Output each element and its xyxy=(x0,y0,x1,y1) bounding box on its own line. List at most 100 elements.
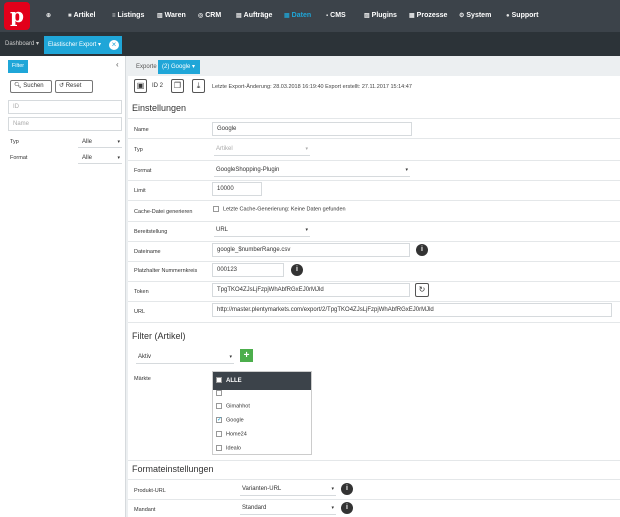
nav-label: Daten xyxy=(291,12,312,19)
nav-artikel[interactable]: ■ Artikel xyxy=(68,0,95,32)
settings-row-limit xyxy=(128,180,620,200)
nav-label: Listings xyxy=(117,12,145,19)
cache-checkbox[interactable]: Letzte Cache-Generierung: Keine Daten ge… xyxy=(213,206,346,212)
tab-label: Elastischer Export ▾ xyxy=(48,42,102,48)
listings-icon: ≡ xyxy=(112,13,116,19)
produkt-url-label: Produkt-URL xyxy=(134,488,166,494)
platzhalter-label: Platzhalter Nummernkreis xyxy=(134,268,198,274)
info-icon[interactable]: i xyxy=(341,483,353,495)
add-filter-button[interactable]: + xyxy=(240,349,253,362)
format-field-value: GoogleShopping-Plugin xyxy=(216,167,280,173)
markets-all-option[interactable]: ALLE xyxy=(213,372,311,390)
markets-all-label: ALLE xyxy=(226,378,242,384)
export-status: Letzte Export-Änderung: 28.03.2018 16:19… xyxy=(212,84,412,90)
tab-elastic-export[interactable]: Elastischer Export ▾ × xyxy=(44,36,122,54)
id-input[interactable]: ID xyxy=(8,100,122,114)
market-item[interactable]: ✓ Google xyxy=(216,417,244,423)
market-item[interactable]: Idealo xyxy=(216,445,241,451)
dateiname-label: Dateiname xyxy=(134,249,161,255)
chevron-down-icon: ▾ xyxy=(305,146,308,152)
token-label: Token xyxy=(134,289,149,295)
chevron-down-icon: ▾ xyxy=(117,139,120,145)
nav-label: System xyxy=(466,12,492,19)
nav-listings[interactable]: ≡ Listings xyxy=(112,0,144,32)
nav-auftraege[interactable]: ▤ Aufträge xyxy=(236,0,272,32)
subtab-exporte[interactable]: Exporte xyxy=(132,61,161,74)
market-label: Google xyxy=(226,417,244,424)
markets-list[interactable]: ALLE Gimahhot ✓ Google Home24 Idealo xyxy=(212,371,312,455)
nav-daten[interactable]: ▦ Daten xyxy=(284,0,311,32)
nav-label: Waren xyxy=(164,12,186,19)
name-label: Name xyxy=(134,127,149,133)
market-item[interactable] xyxy=(216,390,226,396)
checkbox-icon xyxy=(216,445,222,451)
divider xyxy=(128,460,620,461)
settings-row-bereitstellung xyxy=(128,221,620,241)
name-field[interactable]: Google xyxy=(212,122,412,136)
tab-dashboard[interactable]: Dashboard ▾ xyxy=(2,37,42,51)
start-icon: ⊕ xyxy=(46,13,52,19)
subtab-google[interactable]: (2) Google ▾ xyxy=(158,60,200,74)
nav-support[interactable]: ● Support xyxy=(506,0,538,32)
search-button[interactable]: 🔍︎ Suchen xyxy=(10,80,52,93)
market-item[interactable]: Gimahhot xyxy=(216,403,250,409)
nav-start[interactable]: ⊕ xyxy=(46,0,53,32)
format-field[interactable]: GoogleShopping-Plugin ▾ xyxy=(214,163,410,177)
cms-icon: ▪ xyxy=(326,13,329,19)
download-icon[interactable]: ⤓ xyxy=(192,79,205,93)
produkt-url-select[interactable]: Varianten-URL ▾ xyxy=(240,482,336,496)
info-icon[interactable]: i xyxy=(416,244,428,256)
format-select[interactable]: Alle ▾ xyxy=(78,152,122,164)
checkbox-icon xyxy=(216,431,222,437)
chevron-down-icon: ▾ xyxy=(305,227,308,233)
nav-label: CRM xyxy=(205,12,222,19)
info-icon[interactable]: i xyxy=(341,502,353,514)
nav-label: Plugins xyxy=(371,12,397,19)
name-input[interactable]: Name xyxy=(8,117,122,131)
format-row-produkt-url xyxy=(128,479,620,499)
nav-system[interactable]: ⚙ System xyxy=(459,0,491,32)
top-navigation-bar: p ⊕ ■ Artikel ≡ Listings ▥ Waren ◎ CRM ▤ Auft… xyxy=(0,0,620,32)
platzhalter-field[interactable]: 000123 xyxy=(212,263,284,277)
filter-tab[interactable]: Filter xyxy=(8,60,28,73)
token-field[interactable]: TpgTKO4ZJsLjFzpjWhAbfRGxEJ0rMJld xyxy=(212,283,410,297)
info-icon[interactable]: i xyxy=(291,264,303,276)
filter-select[interactable]: Aktiv ▾ xyxy=(136,350,234,364)
nav-waren[interactable]: ▥ Waren xyxy=(157,0,186,32)
mandant-select[interactable]: Standard ▾ xyxy=(240,501,336,515)
close-icon[interactable]: × xyxy=(109,40,119,50)
nav-label: Prozesse xyxy=(416,12,448,19)
nav-cms[interactable]: ▪ CMS xyxy=(326,0,346,32)
format-settings-heading: Formateinstellungen xyxy=(132,464,214,474)
dateiname-field[interactable]: google_$numberRange.csv xyxy=(212,243,410,257)
nav-label: Artikel xyxy=(73,12,96,19)
market-item[interactable]: Home24 xyxy=(216,431,247,437)
nav-prozesse[interactable]: ▦ Prozesse xyxy=(409,0,447,32)
chevron-down-icon: ▾ xyxy=(229,354,232,360)
nav-plugins[interactable]: ▨ Plugins xyxy=(364,0,397,32)
copy-icon[interactable]: ❐ xyxy=(171,79,184,93)
mandant-label: Mandant xyxy=(134,507,156,513)
bereitstellung-field[interactable]: URL ▾ xyxy=(214,223,310,237)
url-field[interactable]: http://master.plentymarkets.com/export/2… xyxy=(212,303,612,317)
nav-label: Support xyxy=(511,12,539,19)
nav-crm[interactable]: ◎ CRM xyxy=(198,0,221,32)
plentymarkets-logo[interactable]: p xyxy=(4,2,30,30)
reset-button-label: Reset xyxy=(65,83,82,89)
chevron-down-icon: ▾ xyxy=(331,505,334,511)
typ-select[interactable]: Alle ▾ xyxy=(78,136,122,148)
checked-checkbox-icon: ✓ xyxy=(216,417,223,423)
checkbox-icon xyxy=(213,206,219,212)
collapse-panel-icon[interactable]: ‹ xyxy=(116,60,119,69)
chevron-down-icon: ▾ xyxy=(331,486,334,492)
market-label: Home24 xyxy=(226,431,247,438)
search-icon: 🔍︎ xyxy=(14,83,22,89)
save-icon[interactable]: ▣ xyxy=(134,79,147,93)
refresh-icon[interactable]: ↻ xyxy=(415,283,429,297)
support-icon: ● xyxy=(506,13,510,19)
data-icon: ▦ xyxy=(284,13,290,19)
orders-icon: ▤ xyxy=(236,13,242,19)
limit-field[interactable]: 10000 xyxy=(212,182,262,196)
reset-button[interactable]: ↺ Reset xyxy=(55,80,93,93)
produkt-url-select-value: Varianten-URL xyxy=(242,486,282,492)
